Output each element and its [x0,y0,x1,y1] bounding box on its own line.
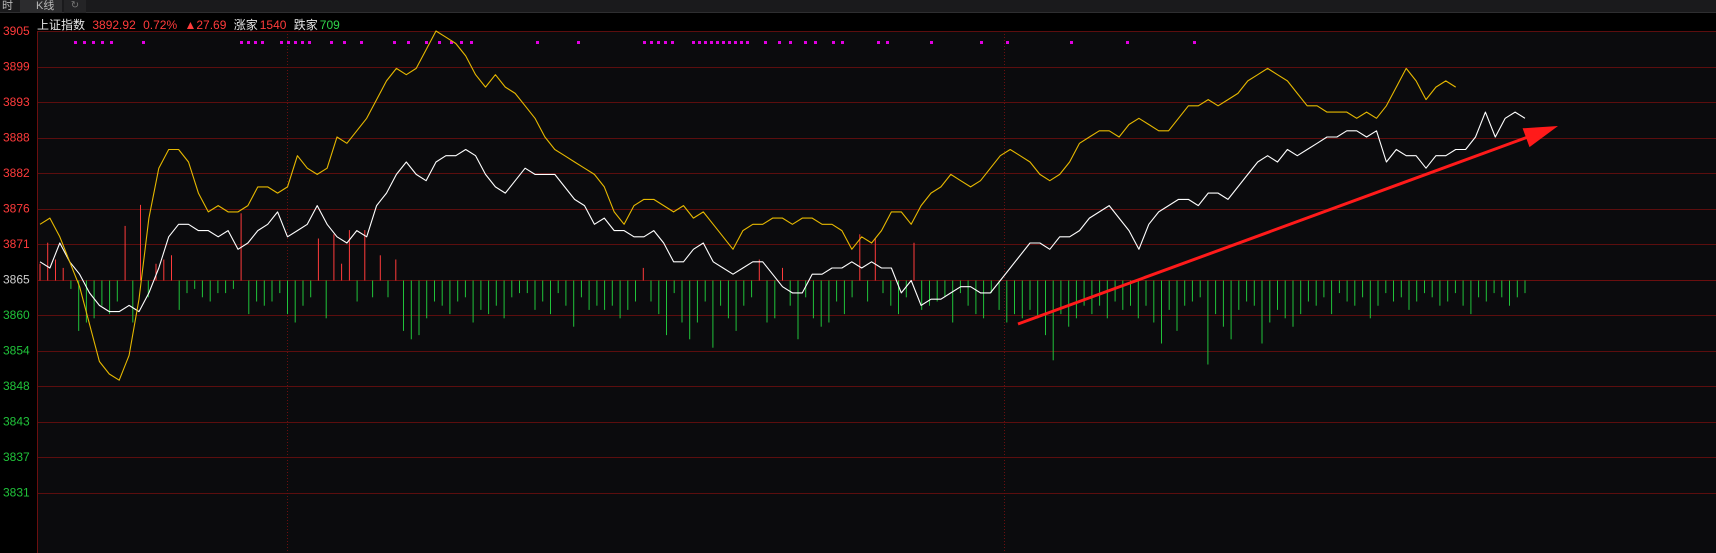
signal-dot [74,41,77,44]
signal-dot [1070,41,1073,44]
y-tick-label: 3882 [3,166,30,180]
signal-dot [722,41,725,44]
signal-dot [650,41,653,44]
signal-dot [778,41,781,44]
signal-dot [710,41,713,44]
signal-dot [657,41,660,44]
plot-background [37,31,1716,553]
signal-dot [240,41,243,44]
y-tick-label: 3848 [3,379,30,393]
y-tick-label: 3837 [3,450,30,464]
y-tick-label: 3871 [3,237,30,251]
signal-dot [692,41,695,44]
signal-dot [832,41,835,44]
signal-dot [746,41,749,44]
y-tick-label: 3865 [3,273,30,287]
y-tick-label: 3893 [3,95,30,109]
signal-dot [698,41,701,44]
y-tick-label: 3854 [3,344,30,358]
signal-dot [470,41,473,44]
signal-dot [287,41,290,44]
signal-dot [247,41,250,44]
signal-dot [804,41,807,44]
signal-dot [425,41,428,44]
signal-dot [460,41,463,44]
intraday-chart[interactable]: 3905 3899 3893 3888 3882 3876 3871 3865 3860 3854… [0,0,1716,553]
signal-dot [716,41,719,44]
signal-dot [301,41,304,44]
signal-dot [280,41,283,44]
signal-dot [704,41,707,44]
signal-dot [764,41,767,44]
signal-dot [643,41,646,44]
signal-dot [294,41,297,44]
signal-dot [789,41,792,44]
signal-dot [877,41,880,44]
signal-dot [734,41,737,44]
signal-dot [664,41,667,44]
signal-dot [142,41,145,44]
y-tick-label: 3899 [3,60,30,74]
signal-dot [1193,41,1196,44]
signal-dot [1126,41,1129,44]
signal-dot [577,41,580,44]
signal-dot [110,41,113,44]
y-tick-label: 3860 [3,308,30,322]
signal-dot [886,41,889,44]
signal-dot [330,41,333,44]
signal-dot [536,41,539,44]
signal-dot [92,41,95,44]
signal-dot [841,41,844,44]
signal-dot [438,41,441,44]
signal-dot [1006,41,1009,44]
signal-dot [407,41,410,44]
signal-dot [814,41,817,44]
y-axis: 3905 3899 3893 3888 3882 3876 3871 3865 3860 3854… [3,24,30,500]
signal-dot [740,41,743,44]
signal-dot [671,41,674,44]
signal-dot [101,41,104,44]
signal-dot [254,41,257,44]
y-tick-label: 3843 [3,415,30,429]
y-tick-label: 3888 [3,131,30,145]
y-tick-label: 3876 [3,202,30,216]
signal-dot [980,41,983,44]
signal-dot [360,41,363,44]
signal-dot [728,41,731,44]
signal-dot [83,41,86,44]
signal-dot [308,41,311,44]
signal-dot [393,41,396,44]
y-tick-label: 3905 [3,24,30,38]
signal-dot [930,41,933,44]
signal-dot [261,41,264,44]
y-tick-label: 3831 [3,486,30,500]
signal-dot [343,41,346,44]
